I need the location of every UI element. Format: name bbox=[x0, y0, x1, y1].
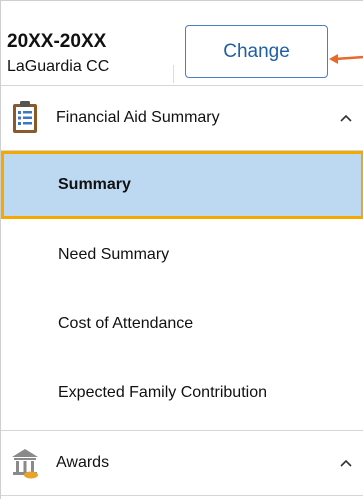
chevron-up-icon[interactable] bbox=[338, 110, 354, 126]
nav-item-cost-of-attendance[interactable]: Cost of Attendance bbox=[1, 290, 363, 358]
section-financial-aid-summary[interactable]: Financial Aid Summary bbox=[1, 85, 363, 151]
nav-item-need-summary[interactable]: Need Summary bbox=[1, 221, 363, 289]
sidebar-panel: 20XX-20XX LaGuardia CC Change Financial … bbox=[0, 0, 363, 499]
section-label: Financial Aid Summary bbox=[56, 109, 220, 126]
nav-item-expected-family-contribution[interactable]: Expected Family Contribution bbox=[1, 359, 363, 427]
nav-item-label: Expected Family Contribution bbox=[58, 384, 267, 401]
callout-arrow-change bbox=[329, 54, 363, 64]
nav-item-label: Summary bbox=[58, 176, 131, 193]
bank-icon bbox=[12, 449, 38, 479]
section-awards[interactable]: Awards bbox=[1, 430, 363, 496]
section-label: Awards bbox=[56, 454, 110, 471]
clipboard-icon bbox=[13, 101, 37, 133]
nav-item-label: Cost of Attendance bbox=[58, 315, 194, 332]
chevron-up-icon[interactable] bbox=[338, 455, 354, 471]
nav-item-label: Need Summary bbox=[58, 246, 170, 263]
nav-item-summary[interactable]: Summary bbox=[1, 151, 363, 219]
